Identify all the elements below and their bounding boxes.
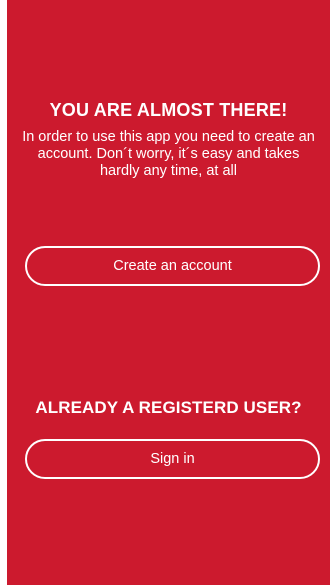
intro-description: In order to use this app you need to cre…	[22, 129, 315, 179]
registered-user-heading: ALREADY A REGISTERD USER?	[35, 398, 302, 417]
create-account-button[interactable]: Create an account	[25, 246, 320, 286]
intro-section: YOU ARE ALMOST THERE! In order to use th…	[7, 98, 330, 180]
sign-in-button[interactable]: Sign in	[25, 439, 320, 479]
onboarding-screen: YOU ARE ALMOST THERE! In order to use th…	[7, 0, 330, 585]
intro-heading: YOU ARE ALMOST THERE!	[49, 100, 288, 120]
